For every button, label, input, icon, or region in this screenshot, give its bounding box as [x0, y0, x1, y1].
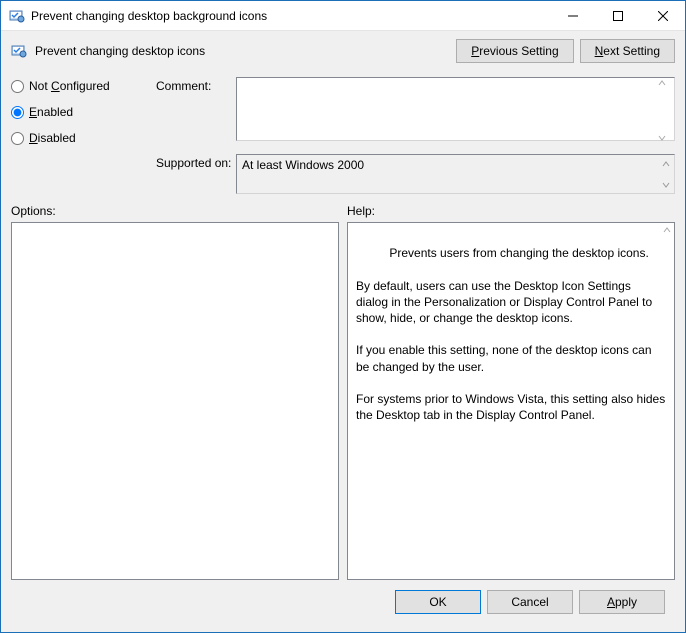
state-radio-group: Not Configured Enabled Disabled: [11, 77, 156, 194]
minimize-button[interactable]: [550, 1, 595, 30]
radio-not-configured-input[interactable]: [11, 80, 24, 93]
maximize-button[interactable]: [595, 1, 640, 30]
next-setting-button[interactable]: Next Setting: [580, 39, 675, 63]
dialog-body: Prevent changing desktop icons Previous …: [1, 31, 685, 632]
radio-label: Disabled: [29, 131, 76, 145]
radio-disabled-input[interactable]: [11, 132, 24, 145]
ok-button[interactable]: OK: [395, 590, 481, 614]
comment-label: Comment:: [156, 77, 236, 144]
radio-enabled-input[interactable]: [11, 106, 24, 119]
supported-on-field: At least Windows 2000: [236, 154, 675, 194]
policy-title: Prevent changing desktop icons: [35, 44, 456, 58]
supported-on-value: At least Windows 2000: [242, 158, 364, 172]
comment-textarea[interactable]: [236, 77, 675, 141]
radio-label: Enabled: [29, 105, 73, 119]
help-label: Help:: [347, 204, 675, 218]
scroll-down-icon[interactable]: [657, 133, 674, 143]
close-button[interactable]: [640, 1, 685, 30]
apply-button[interactable]: Apply: [579, 590, 665, 614]
scroll-down-icon[interactable]: [658, 177, 673, 192]
help-text: Prevents users from changing the desktop…: [356, 246, 669, 422]
options-label: Options:: [11, 204, 339, 218]
radio-enabled[interactable]: Enabled: [11, 105, 156, 119]
window-title: Prevent changing desktop background icon…: [31, 9, 550, 23]
scroll-up-icon[interactable]: [658, 156, 673, 171]
radio-not-configured[interactable]: Not Configured: [11, 79, 156, 93]
radio-disabled[interactable]: Disabled: [11, 131, 156, 145]
help-pane: Prevents users from changing the desktop…: [347, 222, 675, 580]
cancel-button[interactable]: Cancel: [487, 590, 573, 614]
policy-icon: [9, 8, 25, 24]
previous-setting-button[interactable]: Previous Setting: [456, 39, 573, 63]
radio-label: Not Configured: [29, 79, 110, 93]
scroll-up-icon[interactable]: [662, 225, 672, 235]
dialog-window: Prevent changing desktop background icon…: [0, 0, 686, 633]
titlebar: Prevent changing desktop background icon…: [1, 1, 685, 31]
options-pane: [11, 222, 339, 580]
supported-on-label: Supported on:: [156, 154, 236, 194]
policy-icon: [11, 43, 27, 59]
scroll-up-icon[interactable]: [657, 78, 674, 88]
